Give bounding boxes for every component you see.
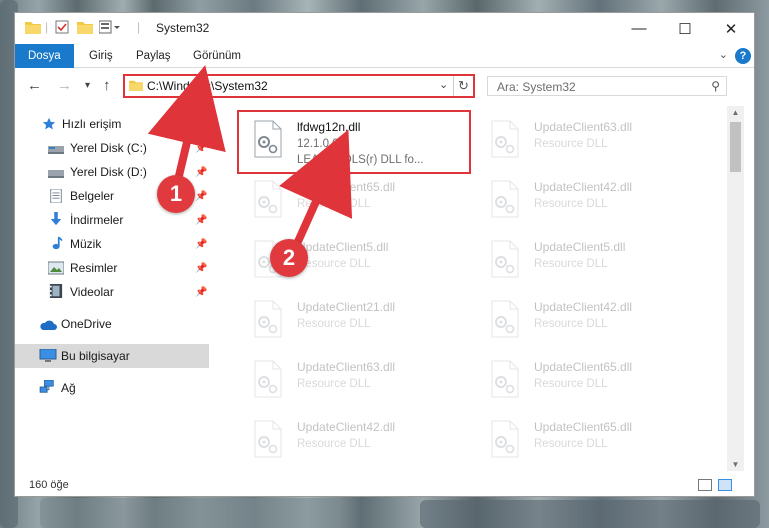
step-2-badge: 2 bbox=[270, 239, 308, 277]
step-1-badge: 1 bbox=[157, 175, 195, 213]
annotation-arrows bbox=[147, 65, 353, 248]
arrow-to-address-bar bbox=[147, 65, 226, 181]
arrow-to-dll-file bbox=[279, 129, 353, 248]
